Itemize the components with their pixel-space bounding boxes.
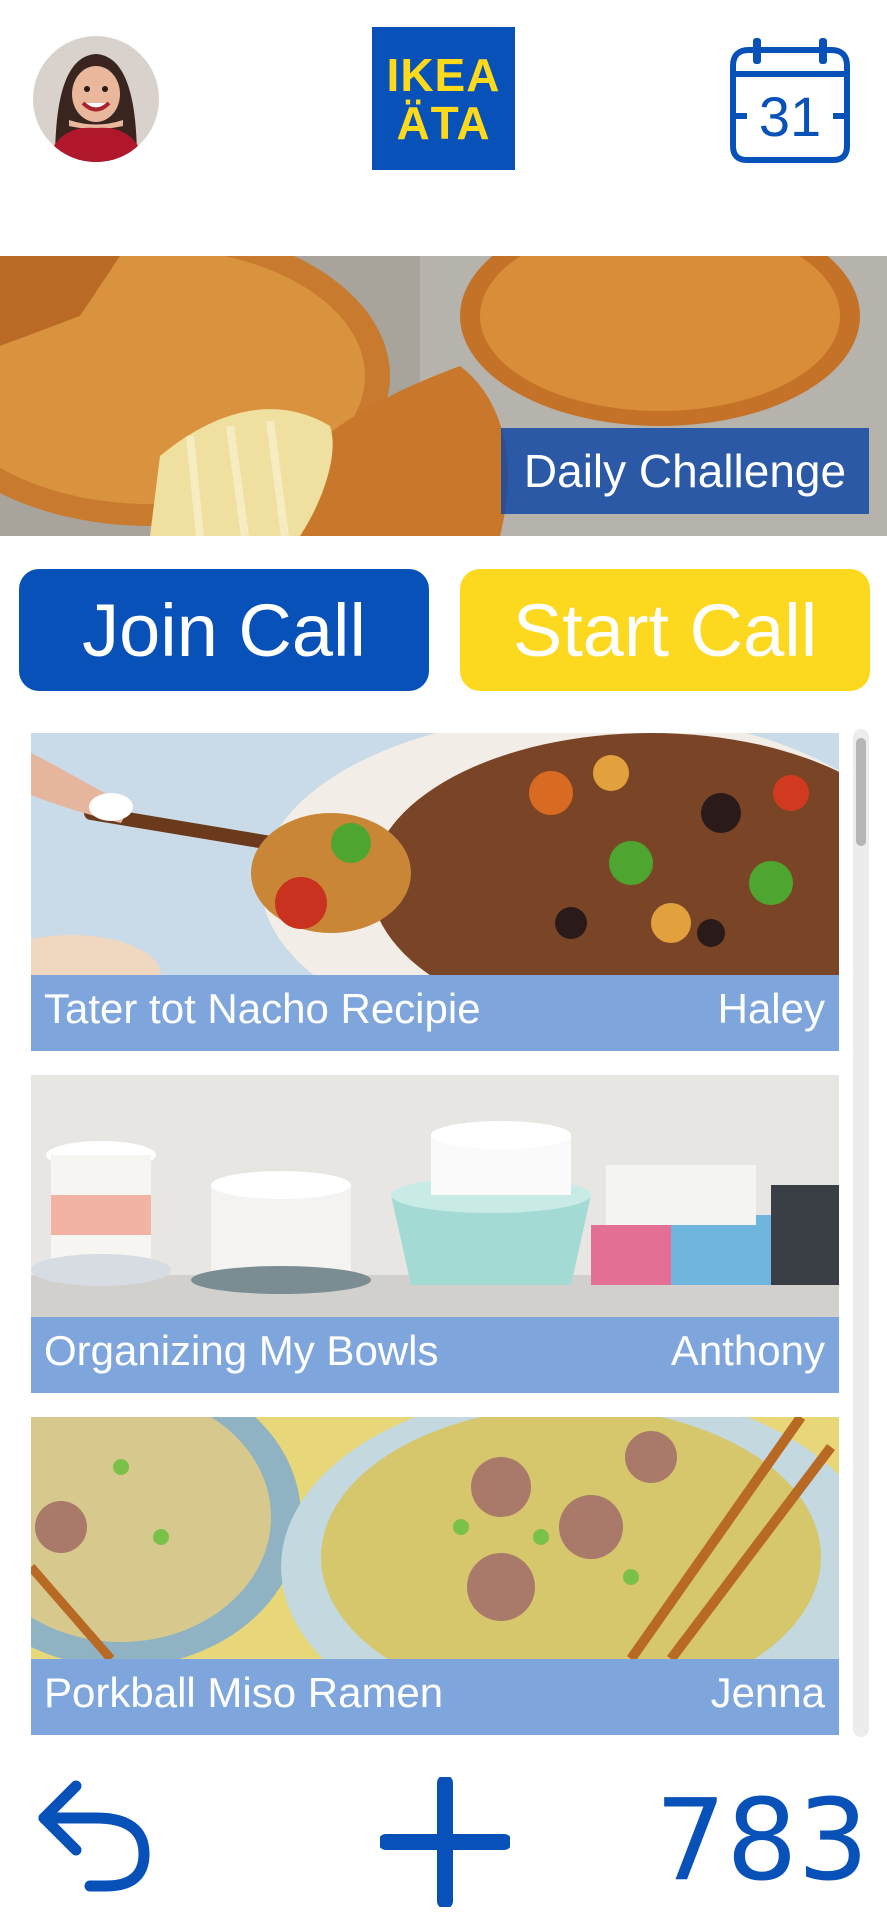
- card-author[interactable]: Jenna: [711, 1669, 825, 1717]
- card-title: Tater tot Nacho Recipie: [44, 985, 481, 1032]
- nacho-image: [31, 733, 839, 975]
- feed-card-bar: Organizing My Bowls Anthony: [31, 1317, 839, 1393]
- feed-card[interactable]: Tater tot Nacho Recipie Haley: [31, 733, 839, 1051]
- feed-card[interactable]: Organizing My Bowls Anthony: [31, 1075, 839, 1393]
- daily-challenge-text: Daily Challenge: [523, 445, 847, 497]
- join-call-button[interactable]: Join Call: [19, 569, 429, 691]
- feed-card[interactable]: Porkball Miso Ramen Jenna: [31, 1417, 839, 1735]
- feed-scrollbar[interactable]: [853, 729, 869, 1737]
- daily-challenge-banner[interactable]: Daily Challenge: [0, 256, 887, 536]
- daily-challenge-label[interactable]: Daily Challenge: [501, 428, 869, 514]
- calendar-icon[interactable]: 31: [725, 36, 855, 164]
- start-call-button[interactable]: Start Call: [460, 569, 870, 691]
- recipe-feed[interactable]: Tater tot Nacho Recipie Haley Organizing…: [31, 733, 839, 1735]
- ramen-image: [31, 1417, 839, 1659]
- avatar[interactable]: [33, 36, 159, 162]
- feed-card-bar: Porkball Miso Ramen Jenna: [31, 1659, 839, 1735]
- feed-card-bar: Tater tot Nacho Recipie Haley: [31, 975, 839, 1051]
- header: IKEA ÄTA 31: [0, 0, 887, 220]
- feed-scroll-thumb[interactable]: [856, 738, 866, 846]
- logo-line-1: IKEA: [386, 48, 501, 101]
- bowls-image: [31, 1075, 839, 1317]
- card-title: Organizing My Bowls: [44, 1327, 439, 1374]
- brand-logo: IKEA ÄTA: [372, 27, 515, 170]
- plus-icon[interactable]: [378, 1775, 512, 1909]
- points-counter: 783: [655, 1776, 869, 1906]
- card-author[interactable]: Anthony: [671, 1327, 825, 1375]
- back-arrow-icon[interactable]: [36, 1778, 156, 1894]
- card-author[interactable]: Haley: [718, 985, 825, 1033]
- calendar-day: 31: [759, 85, 821, 148]
- card-title: Porkball Miso Ramen: [44, 1669, 444, 1716]
- logo-line-2: ÄTA: [396, 96, 491, 149]
